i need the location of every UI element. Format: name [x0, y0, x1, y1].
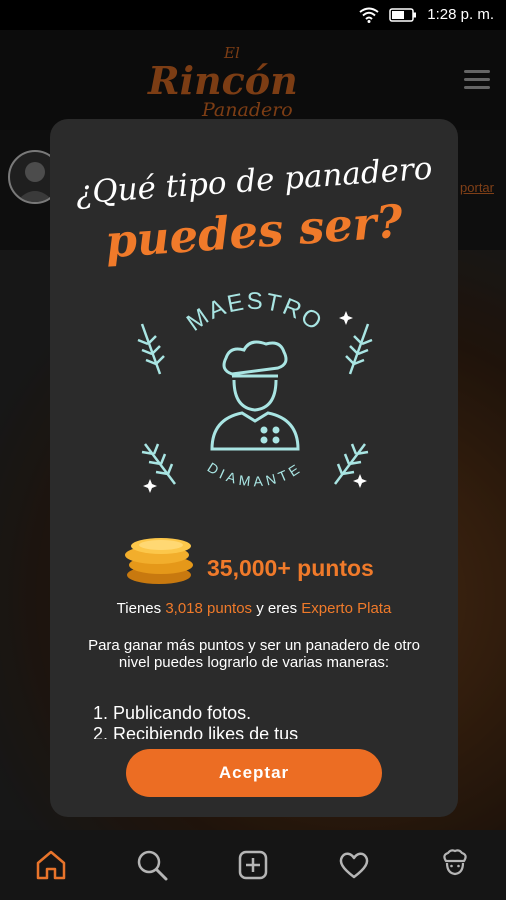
wifi-icon — [359, 7, 379, 23]
user-level: Experto Plata — [301, 600, 392, 617]
wheat-right-icon — [334, 323, 373, 485]
status-prefix: Tienes — [116, 600, 166, 617]
wheat-left-icon — [137, 323, 176, 485]
badge-bottom-text: DIAMANTE — [205, 459, 302, 490]
chef-icon — [210, 340, 300, 451]
status-middle: y eres — [252, 600, 302, 617]
search-icon[interactable] — [135, 848, 169, 882]
bottom-nav — [0, 830, 506, 900]
level-badge: MAESTRO DIAMANTE — [137, 288, 373, 493]
status-right: 1:28 p. m. — [359, 6, 494, 23]
modal-description: Para ganar más puntos y ser un panadero … — [88, 637, 420, 671]
points-level-modal: ¿Qué tipo de panadero puedes ser? MAESTR… — [50, 119, 458, 817]
list-item: 1. Publicando fotos. — [93, 703, 252, 723]
svg-text:MAESTRO: MAESTRO — [182, 288, 328, 337]
accept-button[interactable]: Aceptar — [126, 749, 382, 797]
home-icon[interactable] — [34, 848, 68, 882]
sparkle-icons — [143, 311, 367, 493]
clock: 1:28 p. m. — [427, 6, 494, 23]
svg-text:DIAMANTE: DIAMANTE — [205, 459, 306, 490]
coins-icon — [125, 538, 193, 584]
user-points-status: Tienes 3,018 puntos y eres Experto Plata — [50, 600, 458, 617]
status-bar: 1:28 p. m. — [0, 0, 506, 30]
battery-icon — [389, 7, 417, 22]
points-target: 35,000+ puntos — [207, 555, 374, 581]
user-points: 3,018 puntos — [165, 600, 253, 617]
badge-top-text: MAESTRO — [182, 288, 326, 337]
list-item: 2. Recibiendo likes de tus — [93, 724, 299, 739]
heart-icon[interactable] — [337, 848, 371, 882]
add-icon[interactable] — [236, 848, 270, 882]
profile-chef-icon[interactable] — [438, 848, 472, 882]
ways-list[interactable]: 1. Publicando fotos. 2. Recibiendo likes… — [93, 703, 423, 739]
